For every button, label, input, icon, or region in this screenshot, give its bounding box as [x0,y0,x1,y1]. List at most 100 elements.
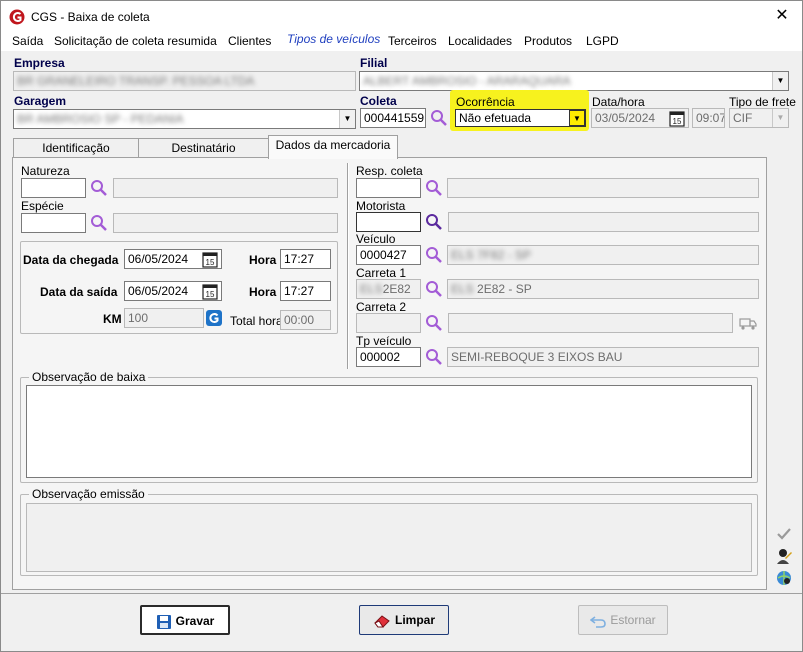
menu-localidades[interactable]: Localidades [448,34,512,48]
data-field[interactable]: 03/05/2024 15 [591,108,689,128]
user-edit-icon[interactable] [775,547,793,565]
veiculo-desc-value: ELS 7F82 - SP [451,248,532,262]
menu-terceiros[interactable]: Terceiros [388,34,437,48]
filial-select[interactable]: ALBERT AMBROSIO - ARARAQUARA ▼ [359,71,789,91]
globe-user-icon[interactable] [775,569,793,587]
natureza-label: Natureza [21,164,70,178]
estornar-label: Estornar [610,613,656,627]
empresa-field[interactable]: BR GRANELEIRO TRANSP. PESSOA LTDA [13,71,356,91]
especie-input[interactable] [21,213,86,233]
chevron-down-icon[interactable]: ▼ [569,110,585,126]
search-icon[interactable] [90,214,108,232]
menu-lgpd[interactable]: LGPD [586,34,619,48]
carreta1-value: 2E82 [382,282,411,296]
data-saida-label: Data da saída [40,285,118,299]
limpar-button[interactable]: Limpar [359,605,449,635]
tp-veiculo-input[interactable]: 000002 [356,347,421,367]
undo-icon [590,616,607,628]
menu-saida[interactable]: Saída [12,34,43,48]
calendar-icon[interactable]: 15 [668,110,686,128]
search-icon[interactable] [425,179,443,197]
carreta1-desc-value: 2E82 - SP [477,282,532,296]
carreta1-desc: ELS 2E82 - SP [447,279,759,299]
coleta-label: Coleta [360,94,397,108]
tp-veiculo-desc: SEMI-REBOQUE 3 EIXOS BAU [447,347,759,367]
veiculo-label: Veículo [356,232,396,246]
window: CGS - Baixa de coleta ✕ Saída Solicitaçã… [0,0,803,652]
truck-icon[interactable] [739,315,757,331]
data-chegada-input[interactable]: 06/05/2024 15 [124,249,222,269]
search-icon[interactable] [425,280,443,298]
data-value: 03/05/2024 [595,111,656,125]
search-icon[interactable] [425,246,443,264]
tipo-frete-select[interactable]: CIF ▼ [729,108,789,128]
title-bar: CGS - Baixa de coleta ✕ [1,1,802,31]
gravar-button[interactable]: Gravar [140,605,230,635]
ocorrencia-value: Não efetuada [459,111,532,125]
hora-saida-input[interactable]: 17:27 [280,281,331,301]
resp-coleta-input[interactable] [356,178,421,198]
data-saida-value: 06/05/2024 [128,284,189,298]
calendar-icon[interactable]: 15 [201,251,219,269]
checkmark-icon[interactable] [775,525,793,543]
obs-baixa-label: Observação de baixa [29,370,149,384]
total-hora-label: Total hora [230,314,283,328]
carreta1-input[interactable]: ELS2E82 [356,279,421,299]
chevron-down-icon[interactable]: ▼ [772,72,788,90]
menu-tipos-veiculos[interactable]: Tipos de veículos [287,32,380,46]
search-icon[interactable] [425,314,443,332]
datahora-label: Data/hora [592,95,645,109]
calendar-icon[interactable]: 15 [201,283,219,301]
menu-produtos[interactable]: Produtos [524,34,572,48]
natureza-input[interactable] [21,178,86,198]
motorista-label: Motorista [356,199,406,213]
ocorrencia-select[interactable]: Não efetuada ▼ [455,109,586,127]
especie-label: Espécie [21,199,64,213]
svg-text:15: 15 [673,117,682,126]
carreta2-label: Carreta 2 [356,300,407,314]
chevron-down-icon[interactable]: ▼ [772,109,788,127]
garagem-value: BR AMBROSIO SP - PEDANIA [17,112,184,126]
search-icon[interactable] [90,179,108,197]
carreta1-code-blur: ELS [360,282,383,296]
obs-emissao-label: Observação emissão [29,487,148,501]
veiculo-input[interactable]: 0000427 [356,245,421,265]
search-icon[interactable] [430,109,448,127]
menu-solicitacao-coleta[interactable]: Solicitação de coleta resumida [54,34,217,48]
resp-coleta-desc [447,178,759,198]
hora-field[interactable]: 09:07 [692,108,725,128]
data-chegada-label: Data da chegada [23,253,119,267]
eraser-icon [374,615,390,628]
refresh-km-icon[interactable] [206,310,222,326]
close-button[interactable]: ✕ [762,1,802,31]
total-hora-input[interactable]: 00:00 [280,310,331,330]
save-icon [156,614,171,629]
km-input[interactable]: 100 [124,308,204,328]
tab-destinatario[interactable]: Destinatário [138,138,269,158]
tab-identificacao[interactable]: Identificação [13,138,139,158]
search-icon[interactable] [425,348,443,366]
natureza-desc [113,178,338,198]
garagem-select[interactable]: BR AMBROSIO SP - PEDANIA ▼ [13,109,356,129]
obs-baixa-textarea[interactable] [26,385,752,478]
data-saida-input[interactable]: 06/05/2024 15 [124,281,222,301]
chevron-down-icon[interactable]: ▼ [339,110,355,128]
menu-clientes[interactable]: Clientes [228,34,271,48]
tab-dados-mercadoria[interactable]: Dados da mercadoria [268,135,398,159]
veiculo-desc: ELS 7F82 - SP [447,245,759,265]
km-label: KM [103,312,122,326]
carreta2-desc [448,313,733,333]
ocorrencia-label: Ocorrência [456,95,515,109]
search-icon[interactable] [425,213,443,231]
tipo-frete-label: Tipo de frete [729,95,796,109]
coleta-input[interactable]: 000441559 [360,108,426,128]
obs-emissao-textarea [26,503,752,572]
motorista-input[interactable] [356,212,421,232]
carreta2-input[interactable] [356,313,421,333]
empresa-label: Empresa [14,56,65,70]
hora-chegada-input[interactable]: 17:27 [280,249,331,269]
window-title: CGS - Baixa de coleta [31,10,150,24]
estornar-button[interactable]: Estornar [578,605,668,635]
limpar-label: Limpar [394,613,435,627]
tipo-frete-value: CIF [733,111,753,125]
